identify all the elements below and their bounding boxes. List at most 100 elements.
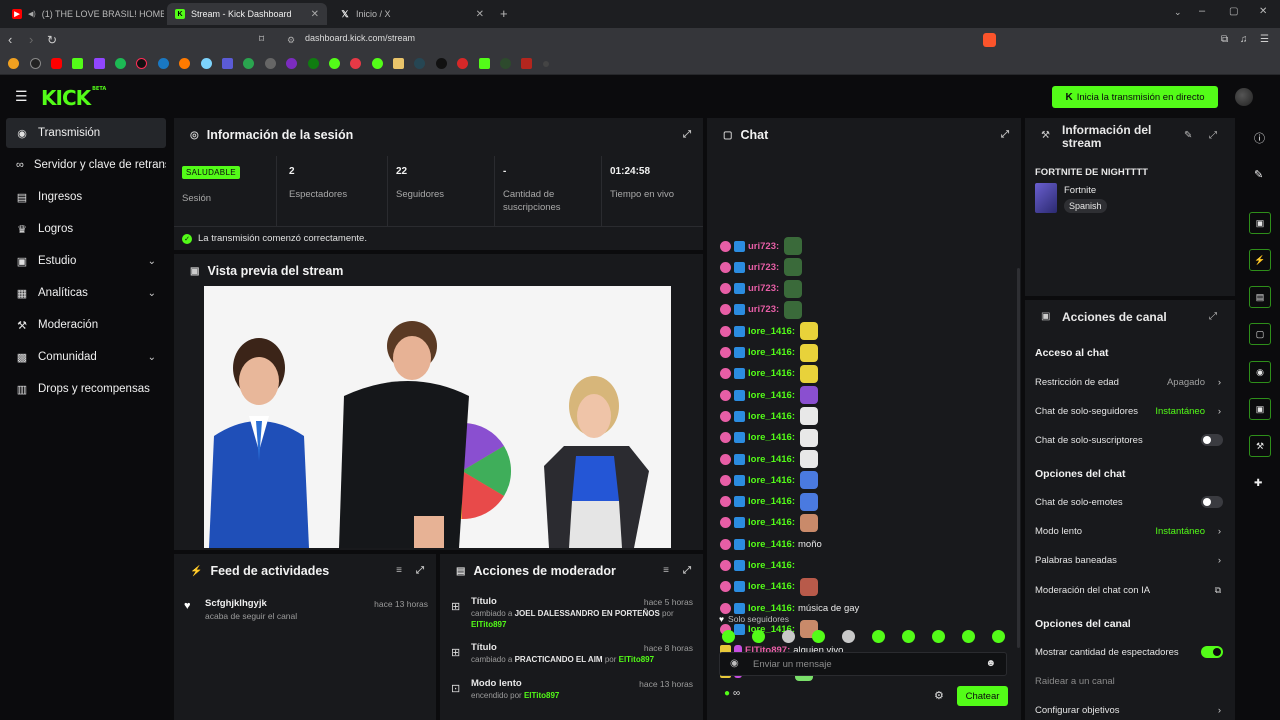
- rail-button-video[interactable]: ▣: [1249, 212, 1271, 234]
- sidebar-item-servidor[interactable]: ∞ Servidor y clave de retransmisión: [6, 150, 166, 180]
- chat-username[interactable]: uri723:: [748, 262, 779, 273]
- raid-row[interactable]: Raidear a un canal: [1035, 674, 1225, 688]
- rail-button-list[interactable]: ▤: [1249, 286, 1271, 308]
- chat-username[interactable]: lore_1416:: [748, 454, 795, 465]
- mod-action-user[interactable]: ElTito897: [471, 620, 506, 629]
- chevron-down-icon[interactable]: ⌄: [1174, 7, 1182, 18]
- slow-mode-row[interactable]: Modo lento Instantáneo ›: [1035, 524, 1225, 538]
- bookmark-icon[interactable]: [521, 58, 532, 69]
- chat-username[interactable]: lore_1416:: [748, 432, 795, 443]
- chat-username[interactable]: lore_1416:: [748, 539, 795, 550]
- bookmark-icon[interactable]: [222, 58, 233, 69]
- sidebar-item-comunidad[interactable]: ▩ Comunidad ⌄: [6, 342, 166, 372]
- bookmark-icon[interactable]: [30, 58, 41, 69]
- emoji-icon[interactable]: ☻: [985, 658, 996, 669]
- chat-username[interactable]: uri723:: [748, 304, 779, 315]
- bookmark-icon[interactable]: [479, 58, 490, 69]
- chat-username[interactable]: lore_1416:: [748, 347, 795, 358]
- chat-username[interactable]: lore_1416:: [748, 517, 795, 528]
- bookmark-icon[interactable]: [94, 58, 105, 69]
- followers-only-row[interactable]: Chat de solo-seguidores Instantáneo ›: [1035, 404, 1225, 418]
- chat-username[interactable]: lore_1416:: [748, 603, 795, 614]
- close-tab-icon[interactable]: ✕: [476, 9, 484, 20]
- info-icon[interactable]: ⓘ: [1254, 130, 1265, 146]
- bookmark-icon[interactable]: [115, 58, 126, 69]
- bookmark-icon[interactable]: ⌑: [259, 33, 264, 47]
- bookmark-icon[interactable]: [393, 58, 404, 69]
- chat-username[interactable]: lore_1416:: [748, 368, 795, 379]
- new-tab-icon[interactable]: +: [500, 6, 508, 21]
- reload-icon[interactable]: ↻: [47, 33, 57, 47]
- close-tab-icon[interactable]: ✕: [311, 9, 319, 20]
- brave-shield-icon[interactable]: [983, 33, 996, 47]
- bookmark-icon[interactable]: [286, 58, 297, 69]
- bookmark-icon[interactable]: [350, 58, 361, 69]
- sidebar-item-estudio[interactable]: ▣ Estudio ⌄: [6, 246, 166, 276]
- close-window-icon[interactable]: ✕: [1259, 6, 1267, 17]
- menu-icon[interactable]: ☰: [1260, 33, 1269, 47]
- bookmark-icon[interactable]: [308, 58, 319, 69]
- bookmark-icon[interactable]: [372, 58, 383, 69]
- send-chat-button[interactable]: Chatear: [957, 686, 1008, 706]
- bookmark-icon[interactable]: [158, 58, 169, 69]
- rail-button-broadcast[interactable]: ◉: [1249, 361, 1271, 383]
- forward-icon[interactable]: ›: [29, 33, 33, 47]
- ai-moderation-row[interactable]: Moderación del chat con IA ⧉: [1035, 583, 1225, 597]
- kick-logo[interactable]: KICK BETA: [41, 86, 106, 110]
- minimize-icon[interactable]: –: [1199, 5, 1205, 17]
- quick-emote-icon[interactable]: [872, 630, 885, 643]
- rail-button-wrench[interactable]: ⚒: [1249, 435, 1271, 457]
- chat-settings-icon[interactable]: ⚙: [934, 689, 944, 702]
- quick-emote-icon[interactable]: [722, 630, 735, 643]
- chat-input[interactable]: ◉ Enviar un mensaje ☻: [719, 652, 1007, 676]
- chat-username[interactable]: lore_1416:: [748, 326, 795, 337]
- site-info-icon[interactable]: ⚙: [287, 33, 295, 47]
- avatar[interactable]: [1235, 88, 1253, 106]
- sidebar-item-moderacion[interactable]: ⚒ Moderación: [6, 310, 166, 340]
- chat-username[interactable]: lore_1416:: [748, 475, 795, 486]
- viewer-count-toggle[interactable]: [1201, 646, 1223, 658]
- quick-emote-icon[interactable]: [842, 630, 855, 643]
- bookmark-icon[interactable]: [543, 61, 549, 67]
- expand-icon[interactable]: ⤢: [683, 565, 691, 576]
- edit-icon[interactable]: ✎: [1184, 130, 1192, 141]
- quick-emote-icon[interactable]: [932, 630, 945, 643]
- sidebar-item-transmision[interactable]: ◉ Transmisión: [6, 118, 166, 148]
- age-restriction-row[interactable]: Restricción de edad Apagado ›: [1035, 375, 1225, 389]
- filter-icon[interactable]: ≡: [663, 565, 669, 576]
- expand-icon[interactable]: ⤢: [683, 129, 691, 140]
- mask-icon[interactable]: ◉: [730, 658, 739, 669]
- banned-words-row[interactable]: Palabras baneadas ›: [1035, 553, 1225, 567]
- sidebar-item-analiticas[interactable]: ▦ Analíticas ⌄: [6, 278, 166, 308]
- filter-icon[interactable]: ≡: [396, 565, 402, 576]
- sidebar-item-logros[interactable]: ♛ Logros: [6, 214, 166, 244]
- back-icon[interactable]: ‹: [8, 33, 12, 47]
- sidebar-item-drops[interactable]: ▥ Drops y recompensas: [6, 374, 166, 404]
- chat-username[interactable]: lore_1416:: [748, 560, 795, 571]
- quick-emote-icon[interactable]: [752, 630, 765, 643]
- chat-username[interactable]: lore_1416:: [748, 496, 795, 507]
- url-field[interactable]: dashboard.kick.com/stream: [305, 33, 415, 43]
- chat-scrollbar[interactable]: [1017, 268, 1020, 648]
- mod-action-user[interactable]: ElTito897: [619, 655, 654, 664]
- edit-icon[interactable]: ✎: [1254, 168, 1263, 181]
- quick-emote-icon[interactable]: [962, 630, 975, 643]
- rail-button-actions[interactable]: ▣: [1249, 398, 1271, 420]
- bookmark-icon[interactable]: [136, 58, 147, 69]
- bookmark-icon[interactable]: [179, 58, 190, 69]
- bookmark-icon[interactable]: [72, 58, 83, 69]
- hamburger-menu-icon[interactable]: ☰: [15, 88, 28, 105]
- rail-button-bolt[interactable]: ⚡: [1249, 249, 1271, 271]
- channel-points[interactable]: ● ∞: [724, 688, 740, 699]
- add-widget-icon[interactable]: ✚: [1254, 478, 1262, 489]
- media-icon[interactable]: ♫: [1240, 33, 1248, 47]
- bookmark-icon[interactable]: [8, 58, 19, 69]
- browser-tab[interactable]: ▶ ◀) (1) THE LOVE BRASIL! HOMBRES: [4, 3, 164, 25]
- browser-tab-active[interactable]: K Stream - Kick Dashboard ✕: [167, 3, 327, 25]
- bookmark-icon[interactable]: [51, 58, 62, 69]
- quick-emote-icon[interactable]: [782, 630, 795, 643]
- maximize-icon[interactable]: ▢: [1229, 6, 1238, 17]
- chat-username[interactable]: lore_1416:: [748, 411, 795, 422]
- chat-username[interactable]: lore_1416:: [748, 581, 795, 592]
- bookmark-icon[interactable]: [436, 58, 447, 69]
